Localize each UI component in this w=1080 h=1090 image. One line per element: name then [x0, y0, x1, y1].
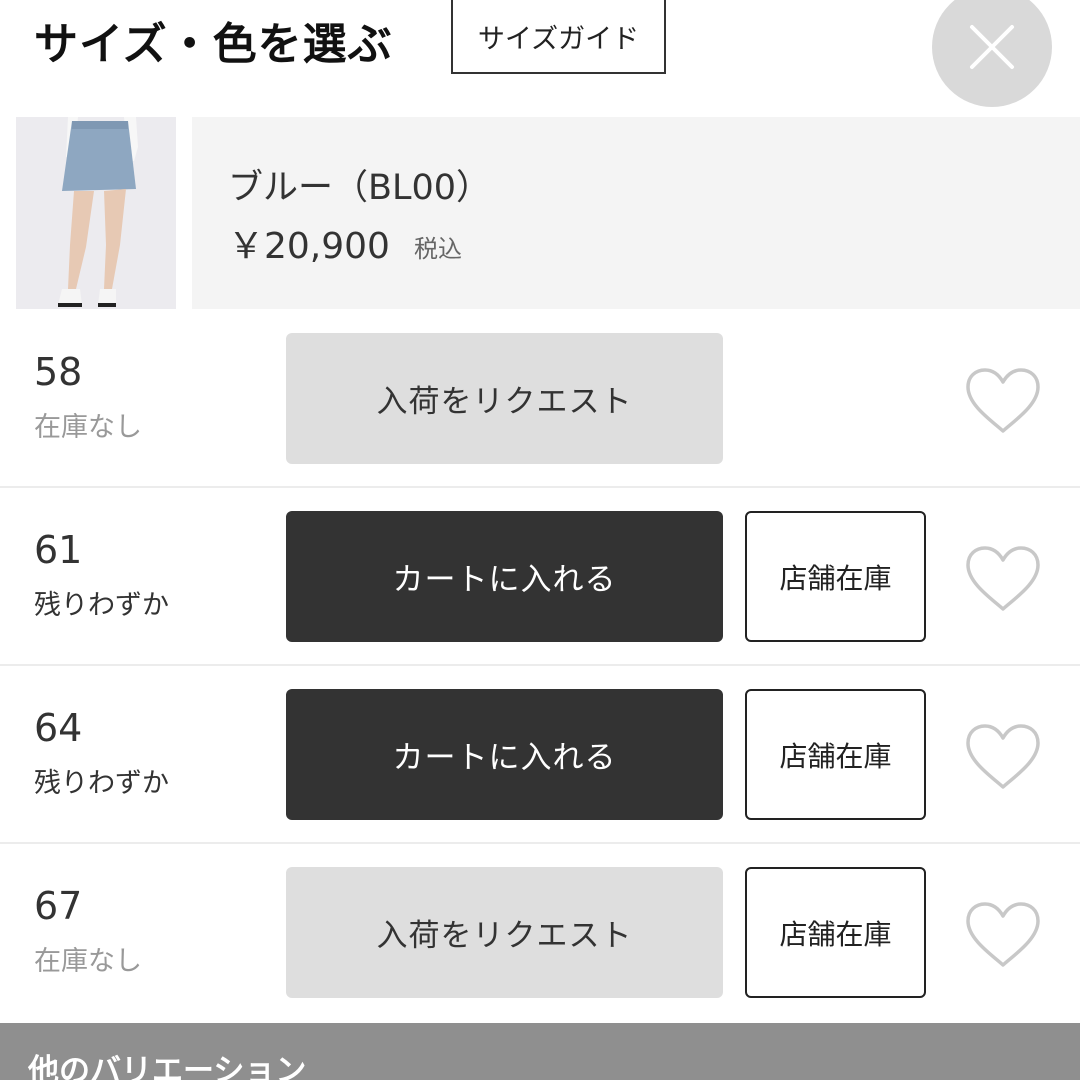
favorite-button[interactable]	[962, 721, 1044, 793]
size-value: 61	[34, 528, 83, 572]
restock-request-button[interactable]: 入荷をリクエスト	[286, 333, 723, 464]
heart-outline-icon	[966, 546, 1040, 611]
favorite-button[interactable]	[962, 543, 1044, 615]
store-stock-button[interactable]: 店舗在庫	[745, 867, 926, 998]
favorite-button[interactable]	[962, 899, 1044, 971]
size-value: 64	[34, 706, 83, 750]
store-stock-button[interactable]: 店舗在庫	[745, 689, 926, 820]
size-row: 67 在庫なし 入荷をリクエスト 店舗在庫	[0, 844, 1080, 1022]
price: ￥20,900	[228, 226, 390, 267]
add-to-cart-button[interactable]: カートに入れる	[286, 689, 723, 820]
other-variations-heading: 他のバリエーション	[28, 1053, 307, 1089]
size-value: 67	[34, 884, 83, 928]
header: サイズ・色を選ぶ サイズガイド	[0, 0, 1080, 110]
size-row: 61 残りわずか カートに入れる 店舗在庫	[0, 488, 1080, 666]
size-row: 64 残りわずか カートに入れる 店舗在庫	[0, 666, 1080, 844]
store-stock-button[interactable]: 店舗在庫	[745, 511, 926, 642]
size-row: 58 在庫なし 入荷をリクエスト	[0, 310, 1080, 488]
page-title: サイズ・色を選ぶ	[34, 19, 393, 70]
stock-status: 残りわずか	[34, 590, 169, 621]
heart-outline-icon	[966, 368, 1040, 433]
skirt-product-photo	[16, 117, 176, 309]
stock-status: 在庫なし	[34, 412, 142, 443]
product-info: ブルー（BL00） ￥20,900 税込	[192, 117, 1080, 309]
size-guide-button[interactable]: サイズガイド	[451, 0, 666, 74]
heart-outline-icon	[966, 902, 1040, 967]
product-thumbnail	[16, 117, 176, 309]
tax-label: 税込	[414, 235, 462, 263]
stock-status: 残りわずか	[34, 768, 169, 799]
other-variations-section[interactable]: 他のバリエーション	[0, 1023, 1080, 1089]
stock-status: 在庫なし	[34, 946, 142, 977]
heart-outline-icon	[966, 724, 1040, 789]
close-button[interactable]	[932, 0, 1052, 107]
close-icon	[970, 25, 1014, 69]
favorite-button[interactable]	[962, 365, 1044, 437]
color-name: ブルー（BL00）	[228, 168, 492, 208]
size-value: 58	[34, 350, 83, 394]
restock-request-button[interactable]: 入荷をリクエスト	[286, 867, 723, 998]
add-to-cart-button[interactable]: カートに入れる	[286, 511, 723, 642]
